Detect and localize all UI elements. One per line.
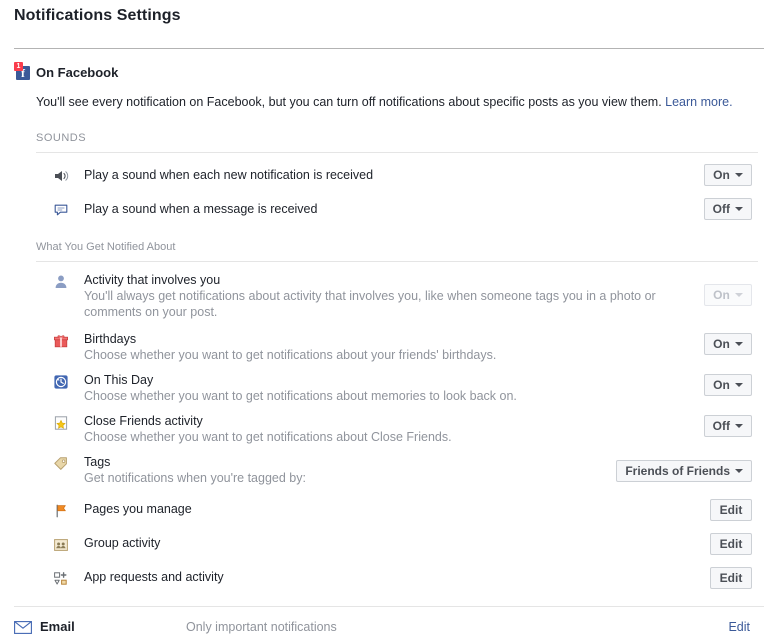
- group-icon: [52, 536, 70, 554]
- activity-dropdown: On: [704, 284, 752, 306]
- row-title: Tags: [84, 454, 674, 470]
- gift-icon: [52, 332, 70, 350]
- speaker-icon: [52, 167, 70, 185]
- chevron-down-icon: [735, 207, 743, 211]
- group-activity-edit-button[interactable]: Edit: [710, 533, 752, 555]
- footer-divider: [14, 606, 764, 607]
- row-title: Play a sound when a message is received: [84, 202, 317, 216]
- email-status: Only important notifications: [186, 618, 337, 636]
- row-title: Pages you manage: [84, 501, 674, 517]
- on-facebook-description-text: You'll see every notification on Faceboo…: [36, 95, 662, 109]
- birthdays-dropdown[interactable]: On: [704, 333, 752, 355]
- sounds-divider: [36, 152, 758, 153]
- row-body: Group activity: [84, 535, 674, 551]
- tags-dropdown[interactable]: Friends of Friends: [616, 460, 752, 482]
- tag-icon: [52, 455, 70, 473]
- dropdown-value: On: [713, 168, 730, 182]
- notifications-settings-page: Notifications Settings f 1 On Facebook Y…: [0, 0, 778, 643]
- row-body: Play a sound when a message is received: [84, 200, 674, 218]
- close-friends-dropdown[interactable]: Off: [704, 415, 752, 437]
- clock-history-icon: [52, 373, 70, 391]
- button-label: Edit: [720, 571, 743, 585]
- on-this-day-dropdown[interactable]: On: [704, 374, 752, 396]
- header-divider: [14, 48, 764, 49]
- chevron-down-icon: [735, 342, 743, 346]
- dropdown-value: Friends of Friends: [625, 464, 730, 478]
- row-body: Tags Get notifications when you're tagge…: [84, 454, 674, 486]
- dropdown-value: On: [713, 288, 730, 302]
- app-requests-icon: [52, 570, 70, 588]
- row-subtitle: Get notifications when you're tagged by:: [84, 470, 674, 486]
- email-label: Email: [40, 618, 75, 636]
- dropdown-value: On: [713, 378, 730, 392]
- row-subtitle: Choose whether you want to get notificat…: [84, 347, 674, 363]
- row-title: Activity that involves you: [84, 272, 674, 288]
- row-title: Play a sound when each new notification …: [84, 168, 373, 182]
- chevron-down-icon: [735, 383, 743, 387]
- on-facebook-header: f 1 On Facebook: [14, 64, 118, 80]
- row-title: Group activity: [84, 535, 674, 551]
- row-body: Activity that involves you You'll always…: [84, 272, 674, 320]
- row-body: Pages you manage: [84, 501, 674, 517]
- email-section[interactable]: Email Only important notifications Edit: [14, 618, 764, 640]
- row-title: Close Friends activity: [84, 413, 674, 429]
- sound-message-dropdown[interactable]: Off: [704, 198, 752, 220]
- flag-icon: [52, 502, 70, 520]
- row-title: On This Day: [84, 372, 674, 388]
- row-body: Close Friends activity Choose whether yo…: [84, 413, 674, 445]
- chevron-down-icon: [735, 424, 743, 428]
- learn-more-link[interactable]: Learn more.: [665, 95, 732, 109]
- message-bubble-icon: [52, 201, 70, 219]
- notification-badge: 1: [14, 62, 23, 71]
- dropdown-value: Off: [713, 202, 730, 216]
- row-body: Birthdays Choose whether you want to get…: [84, 331, 674, 363]
- dropdown-value: On: [713, 337, 730, 351]
- button-label: Edit: [720, 503, 743, 517]
- row-title: Birthdays: [84, 331, 674, 347]
- row-title: App requests and activity: [84, 569, 674, 585]
- pages-you-manage-edit-button[interactable]: Edit: [710, 499, 752, 521]
- notified-about-heading: What You Get Notified About: [36, 241, 758, 253]
- button-label: Edit: [720, 537, 743, 551]
- notified-about-divider: [36, 261, 758, 262]
- row-body: On This Day Choose whether you want to g…: [84, 372, 674, 404]
- row-subtitle: You'll always get notifications about ac…: [84, 288, 674, 320]
- person-icon: [52, 273, 70, 291]
- row-subtitle: Choose whether you want to get notificat…: [84, 388, 674, 404]
- row-body: Play a sound when each new notification …: [84, 166, 674, 184]
- sounds-heading: SOUNDS: [36, 132, 758, 144]
- app-requests-edit-button[interactable]: Edit: [710, 567, 752, 589]
- on-facebook-title: On Facebook: [36, 65, 118, 80]
- chevron-down-icon: [735, 173, 743, 177]
- facebook-icon: f 1: [14, 64, 30, 80]
- row-body: App requests and activity: [84, 569, 674, 585]
- chevron-down-icon: [735, 293, 743, 297]
- chevron-down-icon: [735, 469, 743, 473]
- on-facebook-description: You'll see every notification on Faceboo…: [36, 94, 756, 110]
- dropdown-value: Off: [713, 419, 730, 433]
- email-edit-link[interactable]: Edit: [728, 618, 750, 636]
- row-subtitle: Choose whether you want to get notificat…: [84, 429, 674, 445]
- envelope-icon: [14, 621, 32, 634]
- star-document-icon: [52, 414, 70, 432]
- page-title: Notifications Settings: [14, 7, 181, 25]
- sound-notification-dropdown[interactable]: On: [704, 164, 752, 186]
